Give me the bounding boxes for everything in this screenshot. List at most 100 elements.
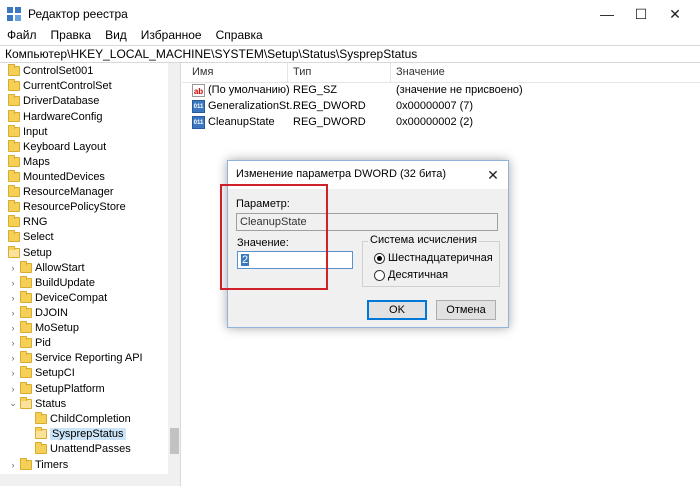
tree-item[interactable]: Keyboard Layout <box>8 139 106 154</box>
tree-item[interactable]: › SetupCI <box>8 365 75 380</box>
folder-icon <box>8 169 20 182</box>
tree-item[interactable]: DriverDatabase <box>8 93 99 108</box>
menu-file[interactable]: Файл <box>0 28 44 46</box>
folder-icon <box>8 139 20 152</box>
folder-icon <box>35 441 47 454</box>
folder-icon <box>20 290 32 303</box>
folder-icon <box>8 214 20 227</box>
tree-item[interactable]: ChildCompletion <box>35 411 131 426</box>
ok-button[interactable]: OK <box>367 300 427 320</box>
table-row[interactable]: ab (По умолчанию) REG_SZ (значение не пр… <box>182 83 700 99</box>
tree-item[interactable]: ControlSet001 <box>8 63 93 78</box>
tree-item[interactable]: › AllowStart <box>8 260 85 275</box>
chevron-right-icon[interactable]: › <box>8 293 18 303</box>
folder-icon <box>8 199 20 212</box>
string-value-icon: ab <box>192 84 205 97</box>
column-name-header[interactable]: Имя <box>192 66 213 78</box>
tree-horizontal-scrollbar[interactable] <box>0 474 168 486</box>
tree-item[interactable]: › Pid <box>8 335 51 350</box>
highlight-frame <box>220 184 328 290</box>
close-button[interactable]: ✕ <box>652 0 698 28</box>
tree-item-status[interactable]: ⌄ Status <box>8 396 66 411</box>
table-row[interactable]: 011 CleanupState REG_DWORD 0x00000002 (2… <box>182 115 700 131</box>
address-bar[interactable]: Компьютер\HKEY_LOCAL_MACHINE\SYSTEM\Setu… <box>0 45 700 63</box>
column-value-header[interactable]: Значение <box>396 66 445 78</box>
menu-help[interactable]: Справка <box>209 28 270 46</box>
menu-view[interactable]: Вид <box>98 28 134 46</box>
dialog-close-button[interactable]: ✕ <box>482 165 504 185</box>
tree-item[interactable]: ResourceManager <box>8 184 114 199</box>
folder-open-icon <box>8 245 20 258</box>
table-row[interactable]: 011 GeneralizationSt... REG_DWORD 0x0000… <box>182 99 700 115</box>
tree-item[interactable]: HardwareConfig <box>8 109 102 124</box>
tree-item[interactable]: › MoSetup <box>8 320 79 335</box>
menu-favorites[interactable]: Избранное <box>134 28 209 46</box>
folder-icon <box>8 109 20 122</box>
tree-item[interactable]: Maps <box>8 154 50 169</box>
folder-icon <box>20 305 32 318</box>
chevron-right-icon[interactable]: › <box>8 338 18 348</box>
radio-unchecked-icon[interactable] <box>374 269 385 281</box>
tree-item[interactable]: Input <box>8 124 47 139</box>
tree-item[interactable]: › DJOIN <box>8 305 68 320</box>
tree-item[interactable]: › Service Reporting API <box>8 350 143 365</box>
chevron-right-icon[interactable]: › <box>8 384 18 394</box>
chevron-right-icon[interactable]: › <box>8 353 18 363</box>
cancel-button[interactable]: Отмена <box>436 300 496 320</box>
tree-vertical-scrollbar[interactable] <box>168 63 180 486</box>
column-separator[interactable] <box>287 63 288 83</box>
base-group-title: Система исчисления <box>368 234 479 246</box>
chevron-down-icon[interactable]: ⌄ <box>8 398 18 409</box>
tree-item-sysprepstatus[interactable]: SysprepStatus <box>35 426 126 441</box>
folder-icon <box>20 350 32 363</box>
folder-icon <box>20 320 32 333</box>
folder-icon <box>20 335 32 348</box>
registry-editor-icon <box>7 7 21 21</box>
folder-open-icon <box>35 426 47 439</box>
tree-item[interactable]: ResourcePolicyStore <box>8 199 126 214</box>
scrollbar-thumb[interactable] <box>170 428 179 454</box>
tree-item[interactable]: › Timers <box>8 457 68 472</box>
folder-open-icon <box>20 396 32 409</box>
tree-item[interactable]: › DeviceCompat <box>8 290 107 305</box>
menu-edit[interactable]: Правка <box>44 28 99 46</box>
registry-tree[interactable]: ControlSet001 CurrentControlSet DriverDa… <box>0 63 181 486</box>
folder-icon <box>8 229 20 242</box>
tree-item[interactable]: UnattendPasses <box>35 441 131 456</box>
folder-icon <box>35 411 47 424</box>
dword-value-icon: 011 <box>192 100 205 113</box>
chevron-right-icon[interactable]: › <box>8 460 18 470</box>
tree-item[interactable]: Select <box>8 229 54 244</box>
folder-icon <box>8 124 20 137</box>
tree-item[interactable]: MountedDevices <box>8 169 105 184</box>
folder-icon <box>20 365 32 378</box>
chevron-right-icon[interactable]: › <box>8 323 18 333</box>
column-type-header[interactable]: Тип <box>293 66 311 78</box>
chevron-right-icon[interactable]: › <box>8 368 18 378</box>
dialog-title: Изменение параметра DWORD (32 бита) <box>236 168 447 180</box>
folder-icon <box>8 63 20 76</box>
tree-item[interactable]: › BuildUpdate <box>8 275 95 290</box>
tree-item[interactable]: RNG <box>8 214 47 229</box>
radio-hexadecimal[interactable]: Шестнадцатеричная <box>374 252 493 264</box>
chevron-right-icon[interactable]: › <box>8 278 18 288</box>
folder-icon <box>8 184 20 197</box>
tree-item[interactable]: CurrentControlSet <box>8 78 112 93</box>
folder-icon <box>20 457 32 470</box>
chevron-right-icon[interactable]: › <box>8 308 18 318</box>
folder-icon <box>20 381 32 394</box>
folder-icon <box>8 154 20 167</box>
column-separator[interactable] <box>390 63 391 83</box>
window-title: Редактор реестра <box>28 7 128 21</box>
tree-item-setup[interactable]: Setup <box>8 245 52 260</box>
menu-bar: Файл Правка Вид Избранное Справка <box>0 28 700 46</box>
tree-item[interactable]: › SetupPlatform <box>8 381 105 396</box>
folder-icon <box>20 275 32 288</box>
folder-icon <box>8 78 20 91</box>
folder-icon <box>8 93 20 106</box>
folder-icon <box>20 260 32 273</box>
radio-checked-icon[interactable] <box>374 252 385 264</box>
radio-decimal[interactable]: Десятичная <box>374 269 448 281</box>
chevron-right-icon[interactable]: › <box>8 263 18 273</box>
dword-value-icon: 011 <box>192 116 205 129</box>
